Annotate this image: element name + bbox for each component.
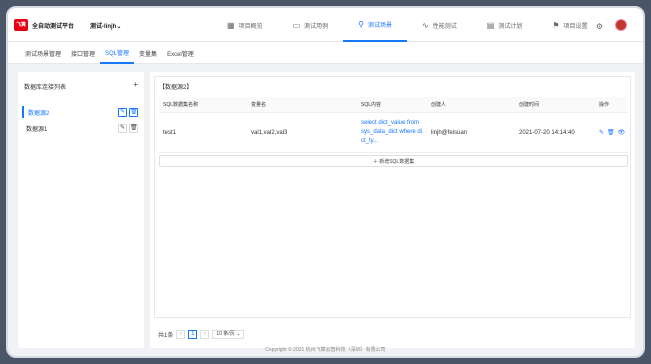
brand-logo: 飞算: [14, 19, 28, 31]
db-connection-sidebar: 数据库连接列表 + 数据源2 ✎ 🗑︎ 数据源1 ✎ 🗑︎: [18, 72, 144, 348]
col-header-creator: 创建人: [431, 102, 447, 108]
sidebar-title: 数据库连接列表: [24, 85, 67, 91]
grid-icon: ▦: [227, 20, 235, 30]
col-header-variables: 变量名: [251, 102, 267, 108]
item-actions: ✎ 🗑︎: [118, 107, 138, 117]
prev-page-button[interactable]: ‹: [176, 330, 186, 339]
col-header-name: SQL数据集名称: [163, 102, 199, 108]
sql-dataset-panel: 【数据源2】 SQL数据集名称 变量名 SQL内容 创建人 创建时间 操作 te…: [154, 76, 631, 318]
app-title: 全自动测试平台: [32, 24, 75, 30]
nav-item-overview[interactable]: ▦ 项目概览: [212, 8, 278, 42]
tab-api-management[interactable]: 接口管理: [66, 42, 100, 64]
project-name: 测试-linjh: [90, 24, 117, 30]
cell-variables: val1,val2,val3: [251, 129, 288, 136]
edit-icon[interactable]: ✎: [118, 107, 127, 117]
top-navbar: 飞算 全自动测试平台 测试-linjh⌄ ▦ 项目概览 ▭ 测试用例 ⚲ 测试场景 ∿…: [8, 8, 643, 42]
edit-icon[interactable]: ✎: [599, 129, 604, 136]
app-window: 飞算 全自动测试平台 测试-linjh⌄ ▦ 项目概览 ▭ 测试用例 ⚲ 测试场景 ∿…: [6, 6, 645, 358]
col-header-actions: 操作: [599, 102, 610, 108]
add-sql-dataset-button[interactable]: ＋ 新增SQL数据集: [159, 155, 628, 167]
table-row: test1 val1,val2,val3 select dict_value f…: [159, 113, 628, 153]
page-size-select[interactable]: 10 条/页 ⌄: [212, 330, 245, 339]
add-connection-button[interactable]: +: [133, 80, 138, 89]
sidebar-item-label: 数据源1: [26, 126, 48, 133]
tab-excel-management[interactable]: Excel管理: [162, 42, 199, 64]
eye-icon[interactable]: 👁︎: [618, 129, 626, 136]
nav-item-test-plan[interactable]: ▤ 测试计划: [472, 8, 538, 42]
sidebar-item-datasource1[interactable]: 数据源1 ✎ 🗑︎: [22, 122, 140, 134]
tab-variable-sets[interactable]: 变量集: [134, 42, 162, 64]
trash-icon[interactable]: 🗑︎: [129, 123, 138, 133]
calendar-icon: ▤: [486, 20, 495, 30]
panel-title: 【数据源2】: [159, 85, 193, 91]
table-header: SQL数据集名称 变量名 SQL内容 创建人 创建时间 操作: [159, 97, 628, 113]
total-count: 共1条: [158, 333, 174, 339]
sql-dataset-table: SQL数据集名称 变量名 SQL内容 创建人 创建时间 操作 test1 val…: [159, 97, 628, 167]
edit-icon[interactable]: ✎: [118, 123, 127, 133]
sidebar-item-label: 数据源2: [28, 110, 50, 117]
nav-item-project-settings[interactable]: ⚑ 项目设置: [537, 8, 602, 42]
trash-icon[interactable]: 🗑︎: [607, 129, 615, 136]
main-nav: ▦ 项目概览 ▭ 测试用例 ⚲ 测试场景 ∿ 性能测试 ▤ 测试计划 ⚑ 项目设置: [212, 8, 603, 42]
nav-item-test-cases[interactable]: ▭ 测试用例: [278, 8, 344, 42]
cell-sql-link[interactable]: select dict_value from sys_data_dict whe…: [357, 119, 427, 146]
nav-item-performance[interactable]: ∿ 性能测试: [407, 8, 472, 42]
item-actions: ✎ 🗑︎: [118, 123, 138, 133]
main-content: 【数据源2】 SQL数据集名称 变量名 SQL内容 创建人 创建时间 操作 te…: [150, 72, 635, 348]
location-pin-icon: ⚲: [358, 19, 365, 29]
settings-group-icon: ⚑: [552, 20, 560, 30]
pulse-icon: ∿: [422, 20, 429, 30]
page-1-button[interactable]: 1: [188, 330, 198, 339]
project-selector[interactable]: 测试-linjh⌄: [90, 21, 121, 30]
tab-scenario-management[interactable]: 测试场景管理: [20, 42, 66, 64]
next-page-button[interactable]: ›: [200, 330, 210, 339]
cell-name: test1: [163, 129, 177, 136]
col-header-created: 创建时间: [519, 102, 540, 108]
chevron-down-icon: ⌄: [116, 24, 122, 30]
gear-icon[interactable]: ⚙: [596, 22, 603, 31]
nav-item-test-scenarios[interactable]: ⚲ 测试场景: [343, 8, 408, 42]
avatar[interactable]: [615, 19, 627, 31]
sidebar-item-datasource2[interactable]: 数据源2 ✎ 🗑︎: [22, 106, 140, 118]
folder-icon: ▭: [292, 20, 301, 30]
footer-copyright: Copyright © 2021 杭州飞算云智科技（深圳）有限公司: [265, 347, 386, 353]
cell-creator: linjh@feisuan: [431, 129, 468, 136]
tab-sql-management[interactable]: SQL管理: [100, 42, 135, 64]
row-actions: ✎ 🗑︎ 👁︎: [595, 129, 628, 136]
col-header-sql: SQL内容: [361, 102, 382, 108]
pagination: 共1条 ‹ 1 › 10 条/页 ⌄: [158, 330, 245, 339]
sub-tabs: 测试场景管理 接口管理 SQL管理 变量集 Excel管理: [8, 42, 643, 64]
cell-created: 2021-07-20 14:14:40: [519, 129, 575, 136]
trash-icon[interactable]: 🗑︎: [129, 107, 138, 117]
